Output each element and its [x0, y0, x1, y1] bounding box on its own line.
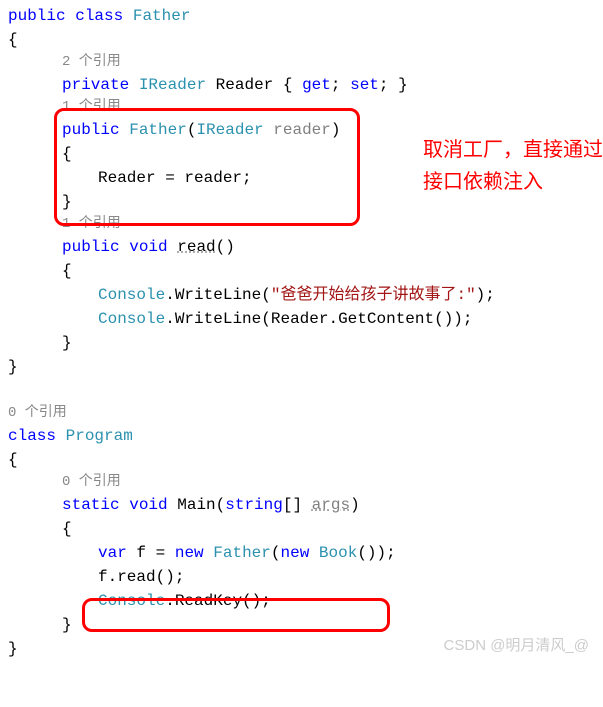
- keyword-static: static: [62, 496, 120, 514]
- code-line: class Program: [8, 424, 595, 448]
- code-line: Console.ReadKey();: [8, 589, 595, 613]
- type-console: Console: [98, 286, 165, 304]
- keyword-class: class: [8, 427, 56, 445]
- brace: }: [62, 193, 72, 211]
- method: WriteLine: [175, 310, 261, 328]
- code-line: {: [8, 259, 595, 283]
- code-line: Console.WriteLine("爸爸开始给孩子讲故事了:");: [8, 283, 595, 307]
- keyword-new: new: [175, 544, 204, 562]
- parameter-args: args: [312, 496, 350, 514]
- code-line: public void read(): [8, 235, 595, 259]
- method: GetContent: [338, 310, 434, 328]
- method-name: Main: [177, 496, 215, 514]
- codelens-references[interactable]: 0 个引用: [8, 472, 595, 493]
- method: ReadKey: [175, 592, 242, 610]
- keyword-public: public: [8, 7, 66, 25]
- watermark: CSDN @明月清风_@: [444, 635, 589, 658]
- codelens-references[interactable]: 1 个引用: [8, 214, 595, 235]
- code-line: {: [8, 517, 595, 541]
- code-line: f.read();: [8, 565, 595, 589]
- keyword-string: string: [225, 496, 283, 514]
- keyword-void: void: [129, 238, 167, 256]
- blank-line: [8, 379, 595, 403]
- type-father: Father: [213, 544, 271, 562]
- codelens-references[interactable]: 2 个引用: [8, 52, 595, 73]
- keyword-set: set: [350, 76, 379, 94]
- brace: {: [62, 262, 72, 280]
- keyword-get: get: [302, 76, 331, 94]
- identifier: Reader: [216, 76, 274, 94]
- keyword-new: new: [280, 544, 309, 562]
- type-ireader: IReader: [196, 121, 263, 139]
- string-literal: "爸爸开始给孩子讲故事了:": [271, 286, 476, 304]
- type-console: Console: [98, 310, 165, 328]
- method-name: read: [177, 238, 215, 256]
- code-editor[interactable]: public class Father { 2 个引用 private IRea…: [8, 4, 595, 661]
- statement: Reader = reader;: [98, 169, 252, 187]
- method: WriteLine: [175, 286, 261, 304]
- type-father: Father: [129, 121, 187, 139]
- brace: }: [62, 616, 72, 634]
- code-line: {: [8, 28, 595, 52]
- keyword-private: private: [62, 76, 129, 94]
- statement: f.read();: [98, 568, 184, 586]
- brace: }: [62, 334, 72, 352]
- type-book: Book: [319, 544, 357, 562]
- code-line: }: [8, 331, 595, 355]
- brace: }: [8, 358, 18, 376]
- code-line: {: [8, 448, 595, 472]
- brace: {: [62, 520, 72, 538]
- keyword-void: void: [129, 496, 167, 514]
- code-line: Console.WriteLine(Reader.GetContent());: [8, 307, 595, 331]
- type-father: Father: [133, 7, 191, 25]
- brace: {: [62, 145, 72, 163]
- code-line: }: [8, 613, 595, 637]
- code-line: var f = new Father(new Book());: [8, 541, 595, 565]
- keyword-var: var: [98, 544, 127, 562]
- brace: {: [8, 31, 18, 49]
- code-line: private IReader Reader { get; set; }: [8, 73, 595, 97]
- brace: {: [8, 451, 18, 469]
- identifier: Reader: [271, 310, 329, 328]
- code-line: }: [8, 355, 595, 379]
- annotation-text: 取消工厂，直接通过接口依赖注入: [423, 134, 603, 198]
- codelens-references[interactable]: 0 个引用: [8, 403, 595, 424]
- identifier: f: [136, 544, 146, 562]
- code-line: public class Father: [8, 4, 595, 28]
- type-program: Program: [66, 427, 133, 445]
- type-ireader: IReader: [139, 76, 206, 94]
- keyword-class: class: [75, 7, 123, 25]
- keyword-public: public: [62, 121, 120, 139]
- brace: }: [8, 640, 18, 658]
- codelens-references[interactable]: 1 个引用: [8, 97, 595, 118]
- code-line: static void Main(string[] args): [8, 493, 595, 517]
- type-console: Console: [98, 592, 165, 610]
- keyword-public: public: [62, 238, 120, 256]
- parameter: reader: [273, 121, 331, 139]
